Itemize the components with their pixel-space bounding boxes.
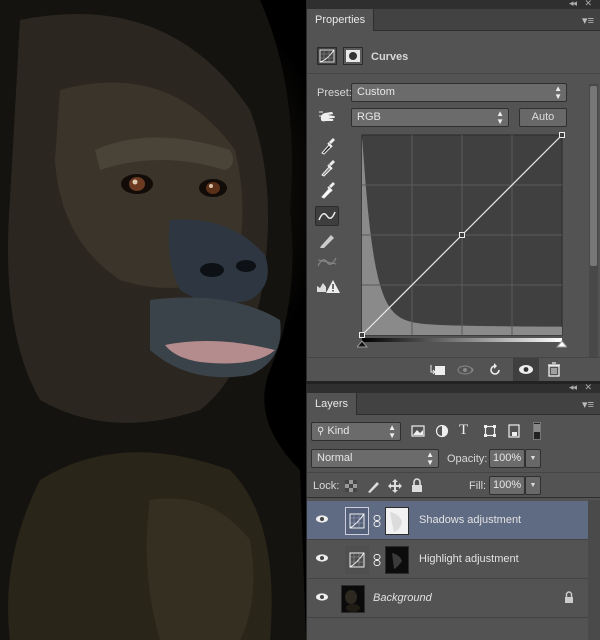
- curves-layer-thumbnail: [345, 507, 369, 535]
- mask-link-icon[interactable]: [373, 554, 381, 569]
- tab-layers[interactable]: Layers: [307, 393, 358, 415]
- clipping-warning-icon[interactable]: [315, 276, 340, 296]
- close-panel-icon[interactable]: ✕: [584, 0, 592, 9]
- channel-dropdown[interactable]: RGB ▲ ▼: [351, 108, 509, 127]
- adjustment-header: Curves: [307, 40, 600, 74]
- preset-label: Preset:: [317, 87, 352, 99]
- curve-point: [359, 332, 365, 338]
- visibility-eye-icon[interactable]: [315, 552, 329, 567]
- filter-shape-icon[interactable]: [483, 424, 497, 441]
- tonal-gradient-bar: [362, 338, 562, 342]
- collapse-panel-icon[interactable]: ◂◂: [569, 382, 577, 393]
- layer-locked-icon[interactable]: [564, 591, 574, 607]
- panel-top-strip: ◂◂ ✕: [307, 382, 600, 393]
- fill-field[interactable]: 100%: [489, 476, 525, 495]
- layers-scrollbar[interactable]: [588, 500, 600, 640]
- opacity-label: Opacity:: [447, 453, 488, 465]
- collapse-panel-icon[interactable]: ◂◂: [569, 0, 577, 9]
- smooth-curve-icon: [315, 252, 339, 272]
- filter-kind-value: Kind: [327, 425, 350, 437]
- mask-link-icon[interactable]: [373, 515, 381, 530]
- curve-point-tool-icon[interactable]: [315, 206, 339, 226]
- properties-panel: ◂◂ ✕ Properties ▾≡ Curves Preset: Custom…: [306, 0, 600, 381]
- layer-name[interactable]: Background: [373, 592, 432, 604]
- lock-row: Lock: Fill: 100% ▼: [307, 472, 600, 498]
- shadow-eyedropper-icon[interactable]: [315, 136, 339, 156]
- layer-mask-icon[interactable]: [343, 47, 363, 65]
- on-image-adjust-icon[interactable]: [317, 108, 339, 128]
- filter-pixel-icon[interactable]: [411, 424, 425, 441]
- layer-row-shadows[interactable]: Shadows adjustment: [307, 501, 588, 540]
- auto-button[interactable]: Auto: [519, 108, 567, 127]
- panel-menu-icon[interactable]: ▾≡: [582, 14, 594, 27]
- preset-dropdown[interactable]: Custom ▲ ▼: [351, 83, 567, 102]
- lock-position-icon[interactable]: [387, 478, 403, 497]
- close-panel-icon[interactable]: ✕: [584, 382, 592, 393]
- opacity-field[interactable]: 100%: [489, 449, 525, 468]
- layer-name[interactable]: Shadows adjustment: [419, 514, 521, 526]
- highlight-eyedropper-icon[interactable]: [315, 180, 339, 200]
- filter-toggle-switch[interactable]: [533, 422, 541, 440]
- visibility-eye-icon[interactable]: [315, 591, 329, 606]
- visibility-eye-icon[interactable]: [315, 513, 329, 528]
- toggle-visibility-button[interactable]: [513, 358, 539, 381]
- channel-value: RGB: [357, 111, 381, 123]
- opacity-slider-button[interactable]: ▼: [525, 449, 541, 468]
- filter-type-icon[interactable]: T: [459, 422, 468, 439]
- highlight-mask-thumbnail[interactable]: [385, 546, 409, 574]
- search-icon: ⚲: [317, 426, 325, 437]
- gorilla-photo: [0, 0, 306, 640]
- opacity-value: 100%: [493, 452, 522, 464]
- lock-transparent-icon[interactable]: [345, 480, 357, 495]
- shadows-mask-thumbnail[interactable]: [385, 507, 409, 535]
- properties-footer: [307, 357, 600, 381]
- view-previous-state-icon[interactable]: [457, 363, 477, 380]
- midtone-eyedropper-icon[interactable]: [315, 158, 339, 178]
- clip-to-layer-icon[interactable]: [429, 363, 447, 380]
- panel-top-strip: ◂◂ ✕: [307, 0, 600, 9]
- dropdown-arrows-icon: ▲ ▼: [554, 84, 562, 101]
- layers-tab-bar: Layers ▾≡: [307, 393, 600, 415]
- reset-icon[interactable]: [487, 362, 503, 381]
- fill-label: Fill:: [469, 480, 487, 492]
- properties-scroll-thumb[interactable]: [590, 86, 597, 266]
- curve-point: [459, 232, 465, 238]
- properties-tab-bar: Properties ▾≡: [307, 9, 600, 31]
- panel-menu-icon[interactable]: ▾≡: [582, 398, 594, 411]
- filter-smart-object-icon[interactable]: [507, 424, 521, 441]
- filter-adjustment-icon[interactable]: [435, 424, 449, 441]
- delete-adjustment-icon[interactable]: [547, 362, 561, 380]
- curve-point: [559, 132, 565, 138]
- background-layer-thumbnail: [341, 585, 365, 613]
- properties-scrollbar[interactable]: [589, 84, 598, 358]
- pencil-draw-icon[interactable]: [315, 230, 339, 250]
- curves-layer-thumbnail: [345, 546, 369, 574]
- lock-all-icon[interactable]: [411, 478, 423, 496]
- tab-properties[interactable]: Properties: [307, 9, 375, 31]
- preset-value: Custom: [357, 86, 395, 98]
- filter-kind-dropdown[interactable]: ⚲ Kind ▲ ▼: [311, 422, 401, 441]
- curves-adjustment-icon[interactable]: [317, 47, 337, 65]
- layer-row-highlight[interactable]: Highlight adjustment: [307, 540, 588, 579]
- dropdown-arrows-icon: ▲ ▼: [388, 423, 396, 440]
- lock-image-pixels-icon[interactable]: [365, 478, 381, 497]
- blend-mode-dropdown[interactable]: Normal ▲ ▼: [311, 449, 439, 468]
- blend-mode-value: Normal: [317, 452, 353, 464]
- fill-slider-button[interactable]: ▼: [525, 476, 541, 495]
- layers-panel: ◂◂ ✕ Layers ▾≡ ⚲ Kind ▲ ▼ T Normal ▲ ▼ Opa…: [306, 382, 600, 640]
- dropdown-arrows-icon: ▲ ▼: [496, 109, 504, 126]
- fill-value: 100%: [493, 479, 522, 491]
- lock-label: Lock:: [313, 480, 340, 492]
- dropdown-arrows-icon: ▲ ▼: [426, 450, 434, 467]
- adjustment-title: Curves: [371, 51, 409, 63]
- layer-row-background[interactable]: Background: [307, 579, 588, 618]
- layer-name[interactable]: Highlight adjustment: [419, 553, 519, 565]
- curves-graph[interactable]: [355, 130, 569, 348]
